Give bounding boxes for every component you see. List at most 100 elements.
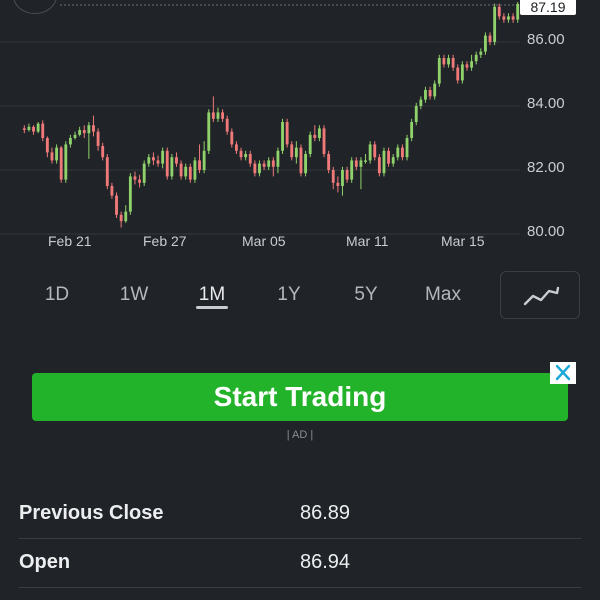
candle-body	[78, 130, 82, 135]
stat-value: 86.89	[300, 502, 351, 524]
price-chart[interactable]: 86.00 84.00 82.00 80.00 87.19 Feb 21 Feb…	[0, 0, 600, 262]
start-trading-button[interactable]: Start Trading	[32, 373, 568, 421]
candle-body	[55, 147, 59, 161]
tab-1d[interactable]: 1D	[27, 284, 87, 306]
candle-body	[502, 16, 506, 20]
tab-max[interactable]: Max	[413, 284, 473, 306]
candle-body	[479, 51, 483, 55]
active-tab-indicator	[196, 306, 228, 309]
candle-body	[211, 112, 215, 119]
tab-1y[interactable]: 1Y	[259, 284, 319, 306]
candle-body	[73, 134, 77, 138]
candle-body	[87, 125, 91, 134]
candle-body	[368, 144, 372, 161]
candle-body	[36, 123, 40, 132]
price-tick-label: 86.00	[527, 31, 565, 48]
candle-body	[128, 176, 132, 212]
candle-body	[96, 131, 100, 146]
candle-body	[387, 150, 391, 164]
candle-body	[142, 163, 146, 183]
stat-divider	[19, 538, 581, 539]
candle-body	[225, 118, 229, 132]
candle-body	[437, 58, 441, 84]
candle-body	[447, 58, 450, 65]
candle-body	[138, 179, 142, 183]
stat-divider	[19, 587, 581, 588]
candle-body	[322, 128, 326, 154]
candle-body	[207, 112, 211, 151]
candle-body	[179, 163, 183, 177]
candle-body	[262, 163, 266, 167]
candle-body	[115, 195, 118, 215]
candle-body	[271, 160, 275, 167]
candle-body	[165, 150, 169, 177]
candle-body	[124, 211, 128, 222]
candle-body	[151, 157, 155, 161]
tab-5y[interactable]: 5Y	[336, 284, 396, 306]
date-tick-label: Feb 27	[143, 233, 187, 249]
candle-body	[64, 144, 68, 180]
candle-body	[101, 146, 105, 158]
candle-body	[304, 154, 308, 174]
candle-body	[68, 138, 72, 145]
candle-body	[327, 154, 331, 170]
candle-body	[470, 61, 474, 68]
candle-body	[442, 58, 446, 65]
candle-body	[424, 90, 427, 100]
candle-body	[516, 3, 520, 20]
candle-body	[497, 6, 501, 17]
price-tick-label: 82.00	[527, 159, 565, 176]
tab-1w[interactable]: 1W	[104, 284, 164, 306]
candle-body	[239, 150, 243, 158]
candle-body	[474, 54, 478, 62]
candle-body	[161, 150, 165, 164]
candle-body	[354, 160, 358, 167]
chart-type-button[interactable]	[500, 271, 580, 319]
candle-body	[92, 125, 95, 132]
candle-body	[221, 112, 225, 119]
candle-body	[391, 157, 395, 164]
line-chart-icon	[523, 286, 560, 306]
stat-row-previous-close: Previous Close 86.89	[0, 502, 600, 550]
candle-body	[59, 147, 63, 180]
candle-body	[341, 170, 344, 186]
candle-body	[396, 147, 400, 158]
candle-body	[50, 152, 54, 161]
tab-1m[interactable]: 1M	[182, 284, 242, 306]
stat-label: Previous Close	[19, 502, 164, 524]
candle-body	[234, 144, 238, 151]
candle-body	[317, 128, 321, 138]
candle-body	[170, 157, 174, 177]
candle-body	[493, 6, 497, 43]
candle-body	[364, 160, 367, 162]
candle-body	[119, 214, 123, 222]
stat-row-open: Open 86.94	[0, 551, 600, 599]
candle-body	[82, 130, 86, 134]
candle-body	[147, 157, 151, 164]
candle-body	[419, 99, 423, 106]
candle-body	[359, 160, 363, 167]
candle-body	[276, 150, 280, 167]
current-price-marker: 87.19	[520, 0, 576, 15]
candle-body	[41, 123, 45, 138]
date-tick-label: Mar 15	[441, 233, 485, 249]
candle-body	[433, 83, 437, 97]
candle-body	[345, 170, 349, 180]
stat-label: Open	[19, 551, 71, 573]
candle-body	[382, 150, 386, 174]
candle-body	[428, 90, 432, 97]
candle-body	[299, 147, 303, 174]
date-tick-label: Feb 21	[48, 233, 92, 249]
candle-body	[32, 126, 35, 132]
candle-body	[290, 144, 294, 158]
stat-value: 86.94	[300, 551, 351, 573]
candle-body	[410, 122, 414, 138]
candle-body	[414, 106, 418, 122]
candle-body	[281, 122, 284, 151]
candlestick-chart-svg[interactable]	[0, 0, 600, 262]
ad-label: | AD |	[286, 429, 314, 441]
candle-body	[45, 138, 49, 153]
close-icon	[555, 364, 571, 381]
ad-close-button[interactable]	[550, 362, 576, 384]
candle-body	[456, 67, 460, 81]
